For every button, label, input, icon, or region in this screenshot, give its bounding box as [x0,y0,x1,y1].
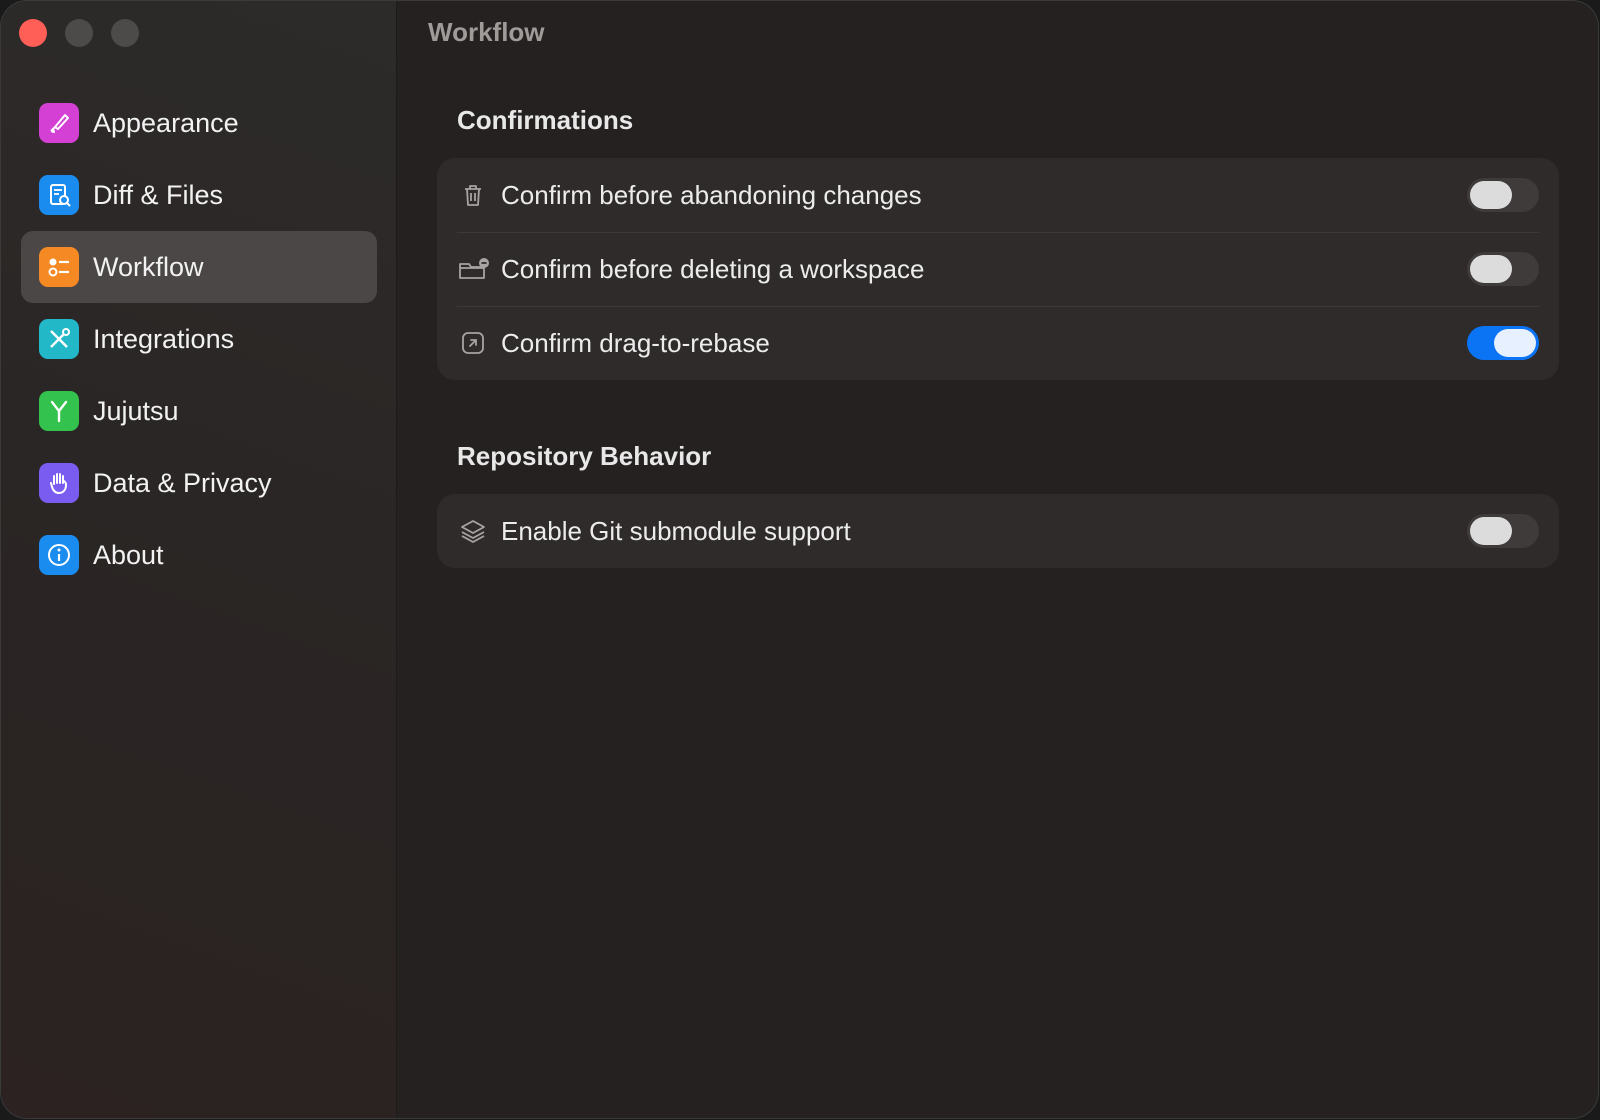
sidebar-nav: Appearance Diff & Files Workflow Integra… [21,87,377,591]
sidebar-item-label: Data & Privacy [93,467,272,498]
setting-row-git-submodule: Enable Git submodule support [437,494,1559,568]
confirmations-group: Confirm before abandoning changes Confir… [437,158,1559,380]
delete-workspace-toggle[interactable] [1467,252,1539,286]
setting-label: Confirm drag-to-rebase [501,327,770,358]
section-title-repository-behavior: Repository Behavior [457,441,712,471]
sidebar-item-integrations[interactable]: Integrations [21,303,377,375]
info-icon [39,535,79,575]
sidebar-item-label: About [93,539,164,570]
setting-row-delete-workspace: Confirm before deleting a workspace [437,232,1559,306]
window-controls [19,19,139,47]
drag-to-rebase-toggle[interactable] [1467,326,1539,360]
sidebar: Appearance Diff & Files Workflow Integra… [1,1,397,1118]
layers-icon [457,515,489,547]
setting-label: Enable Git submodule support [501,515,851,546]
sidebar-item-label: Integrations [93,323,235,354]
repository-behavior-group: Enable Git submodule support [437,494,1559,568]
settings-pane: Workflow Confirmations Confirm before ab… [397,1,1598,1118]
setting-label: Confirm before abandoning changes [501,179,922,210]
sidebar-item-workflow[interactable]: Workflow [21,231,377,303]
sidebar-item-jujutsu[interactable]: Jujutsu [21,375,377,447]
checklist-icon [39,247,79,287]
sidebar-item-label: Jujutsu [93,395,179,426]
sidebar-item-data-privacy[interactable]: Data & Privacy [21,447,377,519]
hand-icon [39,463,79,503]
branch-merge-icon [39,391,79,431]
setting-row-drag-to-rebase: Confirm drag-to-rebase [437,306,1559,380]
arrow-up-right-square-icon [457,327,489,359]
sidebar-item-label: Workflow [93,251,204,282]
sidebar-item-about[interactable]: About [21,519,377,591]
close-window-button[interactable] [19,19,47,47]
minimize-window-button[interactable] [65,19,93,47]
document-search-icon [39,175,79,215]
abandon-changes-toggle[interactable] [1467,178,1539,212]
sidebar-item-label: Appearance [93,107,239,138]
wrench-screwdriver-icon [39,319,79,359]
setting-row-abandon-changes: Confirm before abandoning changes [437,158,1559,232]
zoom-window-button[interactable] [111,19,139,47]
sidebar-item-diff-files[interactable]: Diff & Files [21,159,377,231]
paintbrush-icon [39,103,79,143]
settings-window: Appearance Diff & Files Workflow Integra… [1,1,1598,1118]
sidebar-item-appearance[interactable]: Appearance [21,87,377,159]
setting-label: Confirm before deleting a workspace [501,253,925,284]
section-title-confirmations: Confirmations [457,105,634,135]
window-title: Workflow [428,17,545,47]
git-submodule-toggle[interactable] [1467,514,1539,548]
sidebar-item-label: Diff & Files [93,179,224,210]
folder-minus-icon [457,253,489,285]
trash-icon [457,179,489,211]
